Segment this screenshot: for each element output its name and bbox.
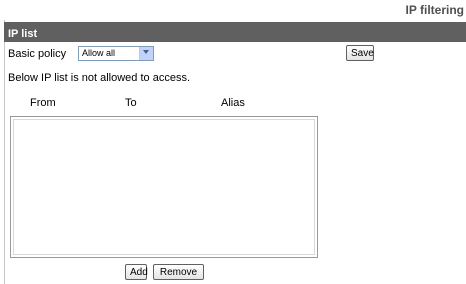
section-header: IP list	[4, 22, 466, 42]
basic-policy-value: Allow all	[82, 48, 116, 58]
save-button[interactable]: Save	[346, 45, 374, 61]
page-title: IP filtering	[405, 3, 464, 17]
column-header-alias: Alias	[221, 97, 245, 109]
ip-list-inner	[13, 119, 315, 255]
remove-button[interactable]: Remove	[153, 264, 204, 280]
column-header-from: From	[30, 97, 56, 109]
basic-policy-label: Basic policy	[8, 48, 67, 60]
section-title: IP list	[8, 28, 38, 40]
ip-list-notice: Below IP list is not allowed to access.	[8, 72, 190, 84]
ip-list-box[interactable]	[10, 116, 318, 258]
add-button[interactable]: Add	[125, 264, 148, 280]
column-header-to: To	[125, 97, 137, 109]
basic-policy-select[interactable]: Allow all	[78, 46, 154, 61]
chevron-down-icon[interactable]	[139, 47, 153, 60]
